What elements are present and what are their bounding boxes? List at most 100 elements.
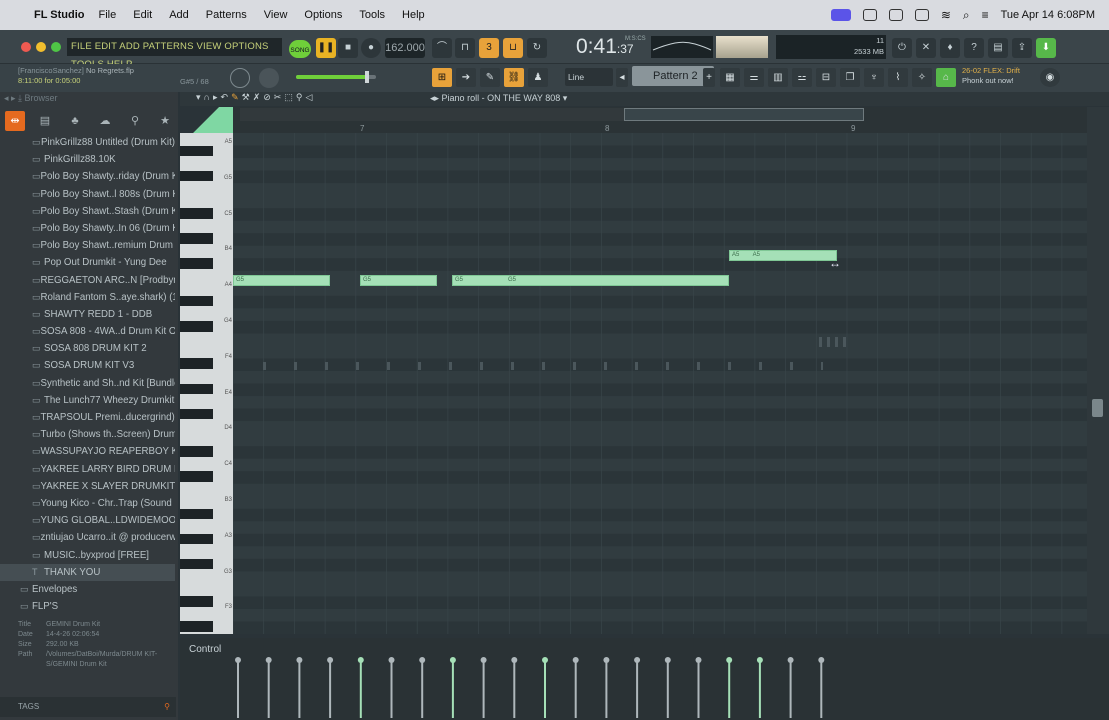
browser-item[interactable]: ▭ PinkGrillz88 Untitled (Drum Kit) [0, 134, 175, 151]
snap-select[interactable]: Line [565, 68, 613, 86]
tools-icon[interactable]: ✕ [916, 38, 936, 58]
pitch-knob[interactable] [230, 68, 250, 88]
channel-rack-icon[interactable]: ⚌ [744, 68, 764, 87]
browser-folder[interactable]: ▭ FLP'S [0, 598, 175, 615]
menu-tools[interactable]: Tools [359, 9, 385, 21]
browser-item[interactable]: ▭ SOSA DRUM KIT V3 [0, 357, 175, 374]
power-icon[interactable]: ⏻ [892, 38, 912, 58]
browser-item[interactable]: ▭ Synthetic and Sh..nd Kit [Bundle] [0, 375, 175, 392]
note-grid[interactable]: G5 G5 G5 G5 A5 A5 [233, 133, 1087, 634]
browser-item[interactable]: ▭ YAKREE LARRY BIRD DRUM KIT [0, 461, 175, 478]
audio-icon[interactable] [888, 9, 903, 21]
playlist-icon[interactable]: ▦ [720, 68, 740, 87]
pattern-prev-icon[interactable]: ◂ [616, 68, 628, 87]
wait-input-icon[interactable]: ⊓ [455, 38, 475, 58]
black-key[interactable] [180, 596, 213, 608]
wifi-icon[interactable]: ≋ [941, 8, 951, 22]
select-icon[interactable]: ⬚ [284, 92, 293, 106]
search-icon[interactable]: ⚲ [164, 697, 170, 717]
browser-item[interactable]: ▭ Polo Boy Shawty..riday (Drum Kit) [0, 168, 175, 185]
plugin-picker-icon[interactable]: ♆ [864, 68, 884, 87]
menu-options[interactable]: Options [304, 9, 342, 21]
menu-edit[interactable]: Edit [133, 9, 152, 21]
browser-item[interactable]: ▭YAKREE X SLAYER DRUMKIT VOL.1 [0, 478, 175, 495]
pattern-select[interactable]: Pattern 2 [632, 66, 714, 86]
add-pattern-icon[interactable]: + [703, 68, 715, 87]
song-mode-toggle[interactable]: SONG [289, 40, 311, 58]
mixer-icon[interactable]: ⚍ [792, 68, 812, 87]
black-key[interactable] [180, 170, 213, 182]
menu-help[interactable]: Help [402, 9, 425, 21]
note[interactable]: G5 [233, 275, 330, 286]
menu-add[interactable]: Add [169, 9, 189, 21]
magnet-icon[interactable]: ∩ [204, 92, 210, 106]
play-button[interactable]: ❚❚ [316, 38, 336, 58]
loop-record-icon[interactable]: ↻ [527, 38, 547, 58]
screen-record-icon[interactable] [830, 9, 851, 21]
zoom-window-button[interactable] [51, 42, 61, 52]
piano-roll-icon[interactable]: ⊞ [432, 68, 452, 87]
play-icon[interactable]: ▸ [213, 92, 218, 106]
overview-scrollbar[interactable] [240, 108, 864, 121]
browser-item[interactable]: ▭YUNG GLOBAL..LDWIDEMOOOON [0, 512, 175, 529]
browser-cloud-tab-icon[interactable]: ☁ [95, 111, 115, 131]
black-key[interactable] [180, 471, 213, 482]
event-control-pane[interactable] [180, 638, 1109, 720]
black-key[interactable] [180, 208, 213, 219]
store-icon[interactable]: ⌂ [936, 68, 956, 87]
black-key[interactable] [180, 383, 213, 395]
browser-item[interactable]: ▭ The Lunch77 Wheezy Drumkit [0, 392, 175, 409]
pencil-icon[interactable]: ✎ [480, 68, 500, 87]
undo-icon[interactable]: ↶ [221, 92, 229, 106]
account-icon[interactable]: ◉ [1040, 68, 1060, 87]
save-icon[interactable]: ▤ [988, 38, 1008, 58]
browser-item[interactable]: ▭REGGAETON ARC..N [Prodbymed] [0, 272, 175, 289]
metronome-icon[interactable]: ⌒ [432, 38, 452, 58]
black-key[interactable] [180, 233, 213, 244]
arrow-icon[interactable]: ➔ [456, 68, 476, 87]
browser-item[interactable]: ▭SOSA 808 - 4WA..d Drum Kit Of 4) [0, 323, 175, 340]
menu-arrow-icon[interactable]: ▾ [196, 92, 201, 106]
close-window-button[interactable] [21, 42, 31, 52]
pencil-tool-icon[interactable]: ✎ [231, 92, 239, 106]
wand-icon[interactable]: ✧ [912, 68, 932, 87]
browser-item[interactable]: ▭ Polo Boy Shawt..Stash (Drum Kit) [0, 203, 175, 220]
browser-item[interactable]: ▭ Polo Boy Shawt..l 808s (Drum Kit) [0, 186, 175, 203]
zoom-icon[interactable]: ⚲ [296, 92, 303, 106]
hint-menu-bar[interactable]: FILE EDIT ADD PATTERNS VIEW OPTIONS TOOL… [67, 38, 282, 70]
tags-bar[interactable]: TAGS ⚲ [0, 697, 176, 717]
browser-item[interactable]: ▭ Pop Out Drumkit - Yung Dee [0, 254, 175, 271]
menu-view[interactable]: View [264, 9, 288, 21]
touch-keyboard-icon[interactable]: ⌇ [888, 68, 908, 87]
browser-item[interactable]: ▭ PinkGrillz88.10K [0, 151, 175, 168]
tempo-display[interactable]: 162.000 [385, 38, 425, 58]
browser-item[interactable]: ▭ Turbo (Shows th..Screen) Drumkit [0, 426, 175, 443]
playback-icon[interactable]: ◁ [305, 92, 312, 106]
black-key[interactable] [180, 320, 213, 332]
volume-knob[interactable] [259, 68, 279, 88]
battery-icon[interactable] [914, 9, 929, 21]
menu-patterns[interactable]: Patterns [206, 9, 247, 21]
black-key[interactable] [180, 621, 213, 633]
vertical-scrollbar[interactable] [1087, 107, 1109, 634]
black-key[interactable] [180, 408, 213, 420]
mute-icon[interactable]: ⊘ [263, 92, 271, 106]
browser-folder[interactable]: ▭ Envelopes [0, 581, 175, 598]
browser-item[interactable]: ▭ Polo Boy Shawty..In 06 (Drum Kit) [0, 220, 175, 237]
browser-item[interactable]: ▭ zntiujao Ucarro..it @ producerwav [0, 529, 175, 546]
browser-plugin-tab-icon[interactable]: ♣ [65, 111, 85, 131]
link-icon[interactable]: ⛓ [504, 68, 524, 87]
plugin-icon[interactable]: ⊟ [816, 68, 836, 87]
countdown-icon[interactable]: 3 [479, 38, 499, 58]
menu-file[interactable]: File [99, 9, 117, 21]
help-icon[interactable]: ? [964, 38, 984, 58]
black-key[interactable] [180, 145, 213, 157]
stamp-icon[interactable]: ♟ [528, 68, 548, 87]
app-menu[interactable]: FL Studio [34, 9, 85, 21]
piano-roll-window-icon[interactable]: ▥ [768, 68, 788, 87]
browser-icon[interactable]: ❐ [840, 68, 860, 87]
record-button[interactable]: ● [361, 38, 381, 58]
black-key[interactable] [180, 558, 213, 570]
black-key[interactable] [180, 358, 213, 370]
note[interactable]: A5 A5 [729, 250, 837, 261]
